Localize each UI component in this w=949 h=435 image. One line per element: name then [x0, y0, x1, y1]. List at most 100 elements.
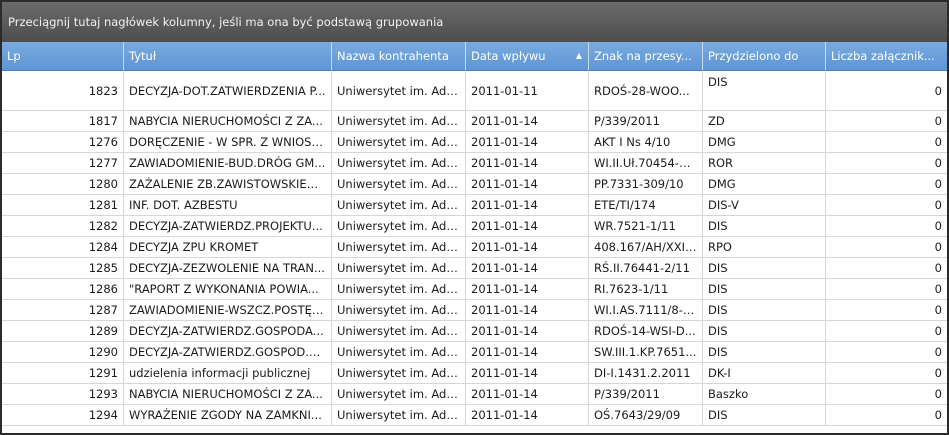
cell-data-wplywu: 2011-01-14 [466, 237, 589, 257]
table-row[interactable]: 1289 DECYZJA-ZATWIERDZ.GOSPODA... Uniwersy… [2, 321, 947, 342]
cell-lp: 1285 [2, 258, 124, 278]
column-header-label: Znak na przesy... [594, 49, 692, 63]
cell-data-wplywu: 2011-01-14 [466, 342, 589, 362]
cell-tytul: "RAPORT Z WYKONANIA POWIA... [124, 279, 332, 299]
cell-liczba-zalacznikow: 0 [934, 387, 942, 401]
cell-znak: SW.III.1.KP.7651... [589, 342, 703, 362]
cell-data-wplywu: 2011-01-14 [466, 321, 589, 341]
cell-liczba-zalacznikow: 0 [934, 135, 942, 149]
cell-kontrahent: Uniwersytet im. Ada... [332, 405, 466, 425]
cell-znak: RI.7623-1/11 [589, 279, 703, 299]
cell-lp: 1294 [2, 405, 124, 425]
cell-tytul: ZAWIADOMIENIE-WSZCZ.POSTĘP... [124, 300, 332, 320]
cell-kontrahent: Uniwersytet im. Ada... [332, 111, 466, 131]
cell-liczba-zalacznikow: 0 [934, 84, 942, 98]
table-row[interactable]: 1823 DECYZJA-DOT.ZATWIERDZENIA P... Uniwer… [2, 72, 947, 111]
cell-lp: 1291 [2, 363, 124, 383]
cell-lp: 1289 [2, 321, 124, 341]
cell-liczba-zalacznikow: 0 [934, 156, 942, 170]
cell-znak: RŚ.II.76441-2/11 [589, 258, 703, 278]
cell-liczba-zalacznikow: 0 [934, 198, 942, 212]
cell-przydzielono: DIS [703, 72, 826, 110]
grid-header: Lp Tytuł Nazwa kontrahenta Data wpływu ▲ … [2, 42, 947, 71]
cell-przydzielono: DIS [703, 279, 826, 299]
cell-liczba-zalacznikow: 0 [934, 177, 942, 191]
cell-liczba-zalacznikow: 0 [934, 282, 942, 296]
cell-przydzielono: DIS [703, 321, 826, 341]
column-header-przydzielono[interactable]: Przydzielono do [703, 42, 826, 70]
cell-tytul: DECYZJA-DOT.ZATWIERDZENIA P... [124, 72, 332, 110]
documents-grid: Przeciągnij tutaj nagłówek kolumny, jeśl… [0, 0, 949, 435]
cell-przydzielono: DMG [703, 174, 826, 194]
cell-data-wplywu: 2011-01-14 [466, 384, 589, 404]
cell-liczba-zalacznikow: 0 [934, 261, 942, 275]
sort-ascending-icon: ▲ [575, 51, 582, 60]
cell-kontrahent: Uniwersytet im. Ada... [332, 72, 466, 110]
cell-liczba-zalacznikow: 0 [934, 219, 942, 233]
cell-przydzielono: DIS [703, 300, 826, 320]
table-row[interactable]: 1284 DECYZJA ZPU KROMET Uniwersytet im. Ad… [2, 237, 947, 258]
grid-body: 1823 DECYZJA-DOT.ZATWIERDZENIA P... Uniwer… [2, 72, 947, 426]
cell-kontrahent: Uniwersytet im. Ada... [332, 363, 466, 383]
cell-tytul: DORĘCZENIE - W SPR. Z WNIOSK... [124, 132, 332, 152]
cell-tytul: NABYCIA NIERUCHOMOŚCI Z ZA... [124, 384, 332, 404]
cell-kontrahent: Uniwersytet im. Ada... [332, 132, 466, 152]
cell-znak: PP.7331-309/10 [589, 174, 703, 194]
table-row[interactable]: 1290 DECYZJA-ZATWIERDZ.GOSPOD.O... Uniwers… [2, 342, 947, 363]
column-header-label: Lp [7, 49, 21, 63]
cell-tytul: NABYCIA NIERUCHOMOŚCI Z ZA... [124, 111, 332, 131]
cell-przydzielono: DMG [703, 132, 826, 152]
cell-lp: 1277 [2, 153, 124, 173]
cell-data-wplywu: 2011-01-14 [466, 111, 589, 131]
cell-lp: 1287 [2, 300, 124, 320]
cell-znak: P/339/2011 [589, 384, 703, 404]
table-row[interactable]: 1286 "RAPORT Z WYKONANIA POWIA... Uniwersy… [2, 279, 947, 300]
column-header-znak[interactable]: Znak na przesy... [589, 42, 703, 70]
cell-data-wplywu: 2011-01-11 [466, 72, 589, 110]
cell-tytul: INF. DOT. AZBESTU [124, 195, 332, 215]
cell-znak: OŚ.7643/29/09 [589, 405, 703, 425]
column-header-tytul[interactable]: Tytuł [124, 42, 332, 70]
cell-lp: 1280 [2, 174, 124, 194]
cell-data-wplywu: 2011-01-14 [466, 279, 589, 299]
column-header-label: Nazwa kontrahenta [337, 49, 449, 63]
group-by-panel[interactable]: Przeciągnij tutaj nagłówek kolumny, jeśl… [2, 2, 947, 42]
cell-lp: 1276 [2, 132, 124, 152]
column-header-data-wplywu[interactable]: Data wpływu ▲ [466, 42, 589, 70]
column-header-lp[interactable]: Lp [2, 42, 124, 70]
column-header-label: Przydzielono do [708, 49, 799, 63]
table-row[interactable]: 1287 ZAWIADOMIENIE-WSZCZ.POSTĘP... Uniwers… [2, 300, 947, 321]
cell-przydzielono: Baszko [703, 384, 826, 404]
cell-tytul: ZAWIADOMIENIE-BUD.DRÓG GM... [124, 153, 332, 173]
column-header-kontrahent[interactable]: Nazwa kontrahenta [332, 42, 466, 70]
cell-przydzielono: DIS [703, 258, 826, 278]
cell-data-wplywu: 2011-01-14 [466, 405, 589, 425]
cell-lp: 1290 [2, 342, 124, 362]
cell-znak: ETE/TI/174 [589, 195, 703, 215]
cell-przydzielono: ROR [703, 153, 826, 173]
column-header-zalaczniki[interactable]: Liczba załącznik... [826, 42, 947, 70]
cell-liczba-zalacznikow: 0 [934, 324, 942, 338]
table-row[interactable]: 1280 ZAŻALENIE ZB.ZAWISTOWSKIEG... Uniwers… [2, 174, 947, 195]
table-row[interactable]: 1294 WYRAŻENIE ZGODY NA ZAMKNI... Uniwersy… [2, 405, 947, 426]
table-row[interactable]: 1276 DORĘCZENIE - W SPR. Z WNIOSK... Uniwe… [2, 132, 947, 153]
table-row[interactable]: 1282 DECYZJA-ZATWIERDZ.PROJEKTU... Uniwers… [2, 216, 947, 237]
cell-kontrahent: Uniwersytet im. Ada... [332, 174, 466, 194]
cell-lp: 1286 [2, 279, 124, 299]
cell-kontrahent: Uniwersytet im. Ada... [332, 321, 466, 341]
cell-przydzielono: DIS [703, 342, 826, 362]
table-row[interactable]: 1293 NABYCIA NIERUCHOMOŚCI Z ZA... Uniwers… [2, 384, 947, 405]
column-header-label: Liczba załącznik... [831, 49, 935, 63]
cell-tytul: WYRAŻENIE ZGODY NA ZAMKNI... [124, 405, 332, 425]
group-by-hint: Przeciągnij tutaj nagłówek kolumny, jeśl… [8, 15, 444, 29]
table-row[interactable]: 1817 NABYCIA NIERUCHOMOŚCI Z ZA... Uniwers… [2, 111, 947, 132]
cell-liczba-zalacznikow: 0 [934, 114, 942, 128]
cell-kontrahent: Uniwersytet im. Ada... [332, 279, 466, 299]
cell-tytul: ZAŻALENIE ZB.ZAWISTOWSKIEG... [124, 174, 332, 194]
cell-znak: DI-I.1431.2.2011 [589, 363, 703, 383]
table-row[interactable]: 1285 DECYZJA-ZEZWOLENIE NA TRAN... Uniwers… [2, 258, 947, 279]
table-row[interactable]: 1277 ZAWIADOMIENIE-BUD.DRÓG GM... Uniwersy… [2, 153, 947, 174]
table-row[interactable]: 1281 INF. DOT. AZBESTU Uniwersytet im. Ada… [2, 195, 947, 216]
cell-znak: WI.I.AS.7111/8-4... [589, 300, 703, 320]
table-row[interactable]: 1291 udzielenia informacji publicznej Uniw… [2, 363, 947, 384]
